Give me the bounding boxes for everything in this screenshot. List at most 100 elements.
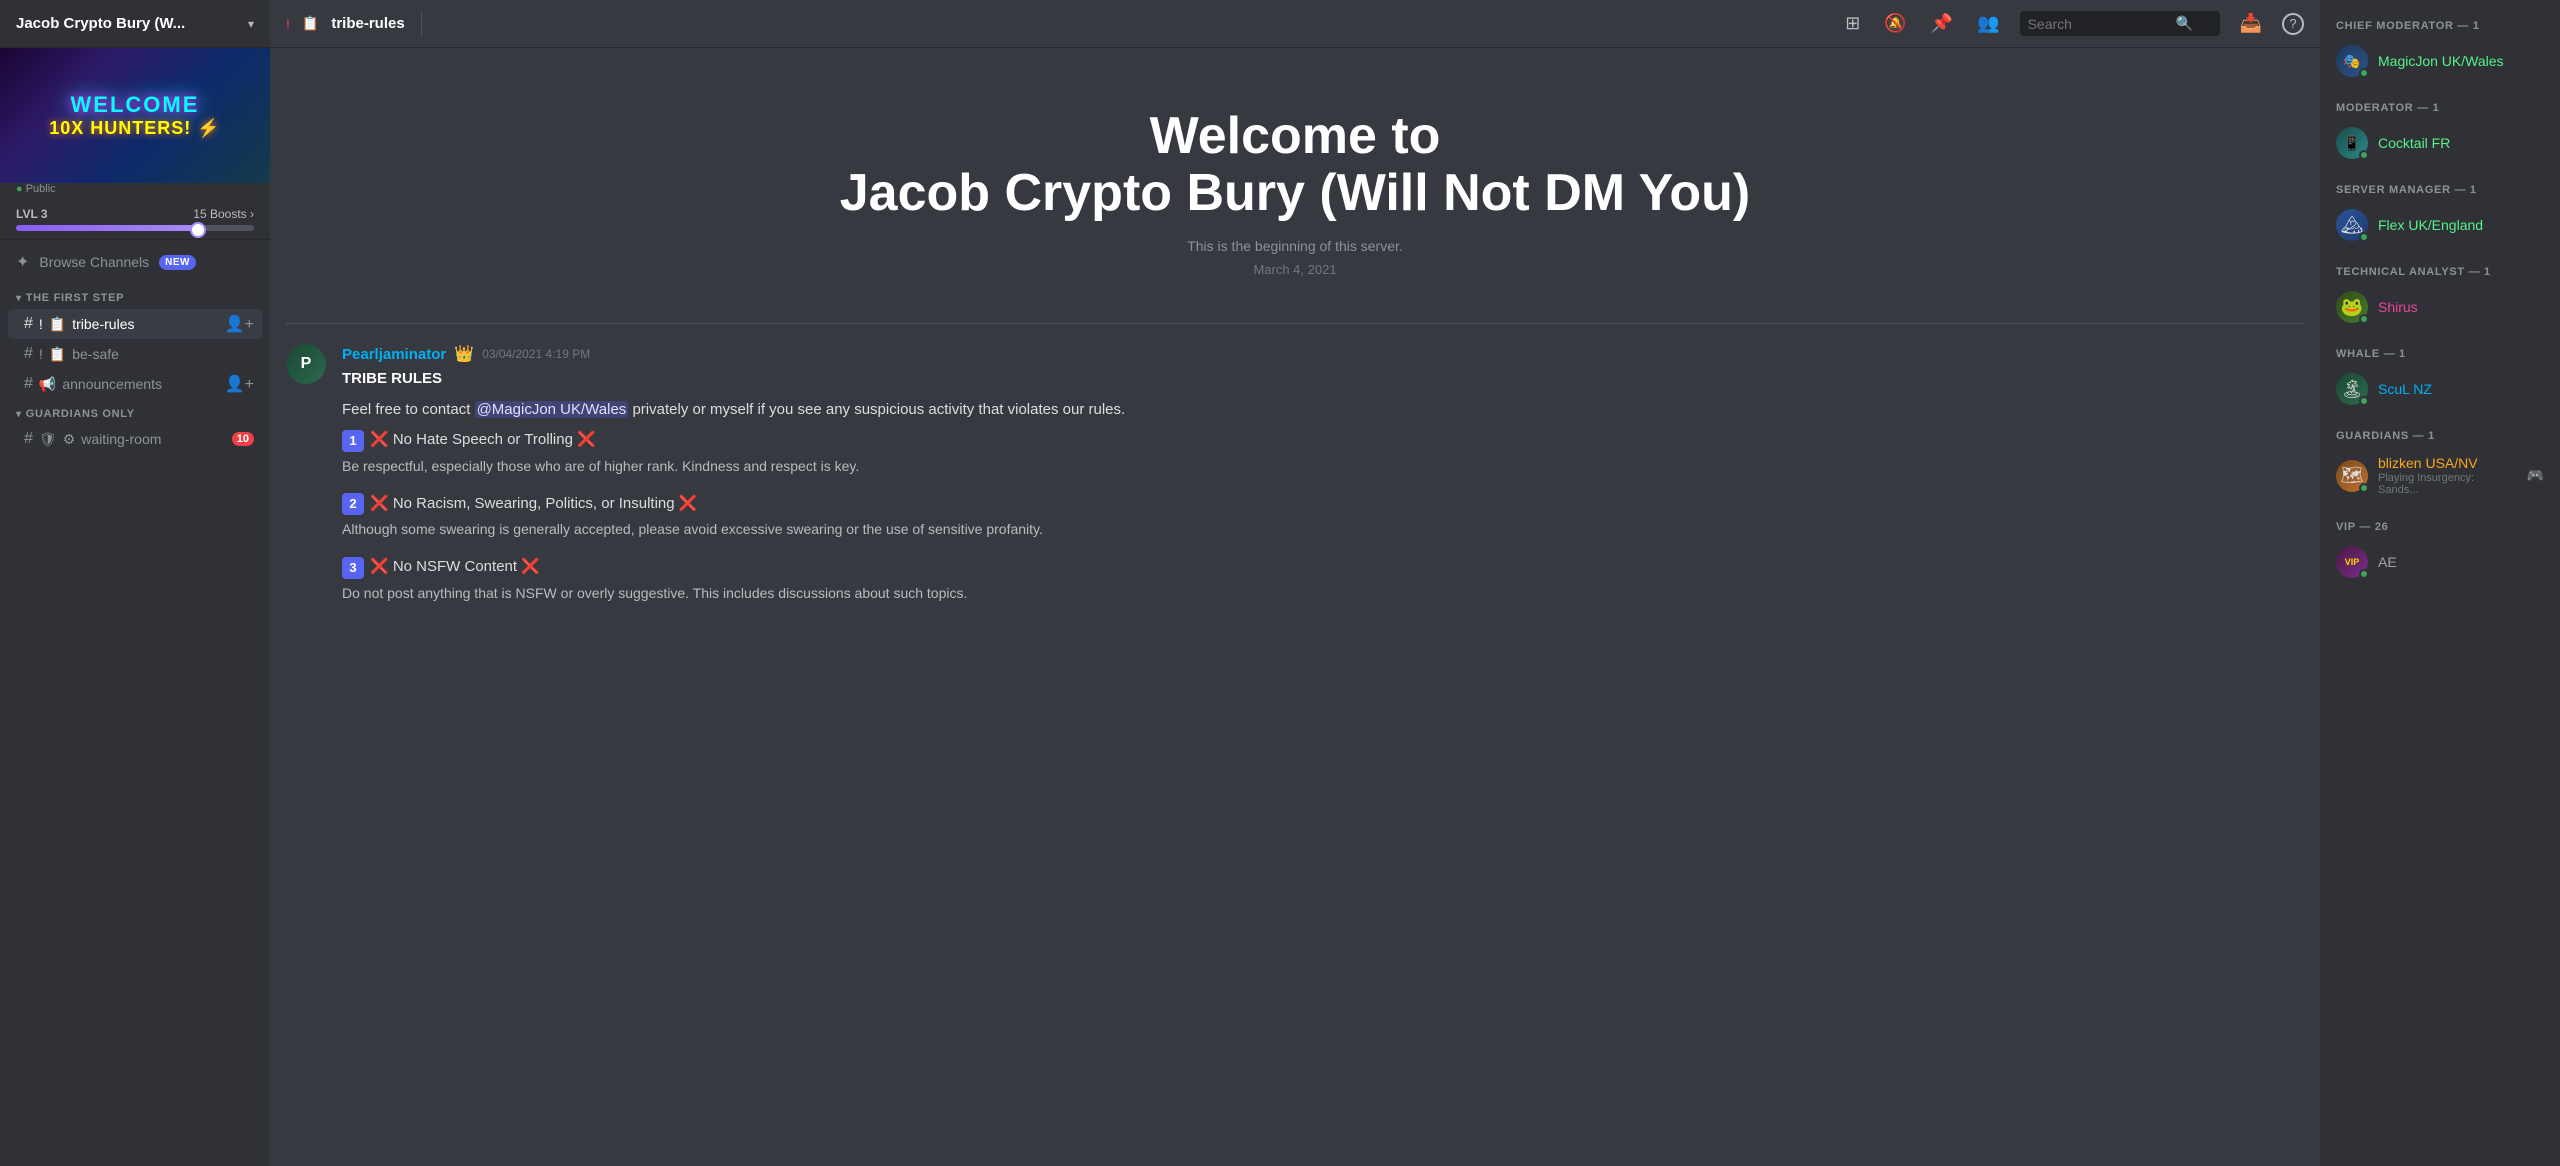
whale-header: WHALE — 1	[2328, 344, 2552, 364]
welcome-title: Welcome to Jacob Crypto Bury (Will Not D…	[306, 108, 2284, 222]
rule-1-header: 1 ❌ No Hate Speech or Trolling ❌	[342, 429, 2304, 452]
channel-tribe-rules[interactable]: # ! 📋 tribe-rules 👤+	[8, 309, 262, 339]
pin-icon[interactable]: 📌	[1927, 9, 1957, 38]
rule-1-desc: Be respectful, especially those who are …	[342, 456, 2304, 477]
channel-waiting-room[interactable]: # 🛡 ⚙ waiting-room 10	[8, 425, 262, 453]
channel-announcements[interactable]: # 📢 announcements 👤+	[8, 369, 262, 399]
member-category-server-mgr: SERVER MANAGER — 1 🏔 Flex UK/England	[2328, 180, 2552, 246]
channel-name-be-safe: be-safe	[72, 346, 119, 362]
message-author[interactable]: Pearljaminator	[342, 346, 446, 363]
flex-status-dot	[2359, 232, 2369, 242]
channel-name-waiting-room: waiting-room	[81, 431, 161, 447]
flex-avatar: 🏔	[2336, 209, 2368, 241]
add-member-icon[interactable]: 👤+	[225, 314, 254, 334]
member-cocktail[interactable]: 📱 Cocktail FR	[2328, 122, 2552, 164]
welcome-server-name: Jacob Crypto Bury (Will Not DM You)	[306, 165, 2284, 222]
member-category-analyst: TECHNICAL ANALYST — 1 🐸 Shirus	[2328, 262, 2552, 328]
help-icon[interactable]: ?	[2282, 13, 2304, 35]
level-label: LVL 3	[16, 207, 48, 221]
crown-icon: 👑	[454, 344, 474, 364]
server-name: Jacob Crypto Bury (W...	[16, 15, 185, 32]
member-blizken[interactable]: 🗺 blizken USA/NV Playing Insurgency: San…	[2328, 450, 2552, 501]
vip-header: VIP — 26	[2328, 517, 2552, 537]
search-icon: 🔍	[2176, 15, 2193, 32]
member-category-chief-mod: CHIEF MODERATOR — 1 🎭 MagicJon UK/Wales	[2328, 16, 2552, 82]
server-header[interactable]: Jacob Crypto Bury (W... ▾	[0, 0, 270, 48]
magicjon-status-dot	[2359, 68, 2369, 78]
search-box[interactable]: 🔍	[2020, 11, 2220, 36]
channel-hash-icon2: #	[24, 345, 33, 363]
scul-status-dot	[2359, 396, 2369, 406]
banner-content: WELCOME 10X HUNTERS! ⚡	[49, 92, 220, 139]
member-category-vip: VIP — 26 VIP AE	[2328, 517, 2552, 583]
member-shirus[interactable]: 🐸 Shirus	[2328, 286, 2552, 328]
channel-be-safe[interactable]: # ! 📋 be-safe	[8, 340, 262, 368]
member-magicjon[interactable]: 🎭 MagicJon UK/Wales	[2328, 40, 2552, 82]
channel-hash-icon3: #	[24, 375, 33, 393]
channel-emoji3-icon: !	[39, 346, 43, 362]
boost-progress-bar	[16, 225, 254, 231]
blizken-status-text: Playing Insurgency: Sands...	[2378, 472, 2517, 496]
server-banner: WELCOME 10X HUNTERS! ⚡	[0, 48, 270, 183]
browse-channels-icon: ✦	[16, 252, 29, 272]
section-guardians-only[interactable]: ▾ GUARDIANS ONLY	[0, 400, 270, 424]
channel-emoji6-icon: ⚙	[63, 431, 76, 448]
members-icon[interactable]: 👥	[1973, 9, 2003, 38]
banner-sub-text: 10X HUNTERS! ⚡	[49, 118, 220, 139]
moderator-header: MODERATOR — 1	[2328, 98, 2552, 118]
blizken-name: blizken USA/NV	[2378, 455, 2517, 471]
message-1: P Pearljaminator 👑 03/04/2021 4:19 PM TR…	[286, 340, 2304, 624]
notification-count: 10	[232, 432, 254, 446]
header-actions: ⊞ 🔕 📌 👥 🔍 📥 ?	[1841, 9, 2304, 38]
server-level-bar: LVL 3 15 Boosts ›	[0, 199, 270, 240]
rule-3-title: ❌ No NSFW Content ❌	[370, 556, 540, 579]
channel-header-emoji-icon: 📋	[302, 15, 319, 32]
hashtag-icon[interactable]: ⊞	[1841, 9, 1864, 38]
cocktail-avatar: 📱	[2336, 127, 2368, 159]
bolt-icon: ⚡	[197, 118, 220, 138]
section-first-step[interactable]: ▾ THE FIRST STEP	[0, 284, 270, 308]
channel-emoji-icon: !	[39, 316, 43, 332]
channel-header-name: tribe-rules	[331, 15, 404, 32]
message-timestamp: 03/04/2021 4:19 PM	[482, 347, 590, 361]
banner-welcome-text: WELCOME	[49, 92, 220, 118]
members-sidebar: CHIEF MODERATOR — 1 🎭 MagicJon UK/Wales …	[2320, 0, 2560, 1166]
browse-channels-label: Browse Channels	[39, 254, 149, 270]
blizken-avatar: 🗺	[2336, 460, 2368, 492]
blizken-status-dot	[2359, 483, 2369, 493]
section-guardians-label: GUARDIANS ONLY	[26, 408, 135, 420]
section-first-step-label: THE FIRST STEP	[26, 292, 124, 304]
ae-avatar: VIP	[2336, 546, 2368, 578]
cocktail-status-dot	[2359, 150, 2369, 160]
main-content: ! 📋 tribe-rules ⊞ 🔕 📌 👥 🔍 📥 ? Welcome to…	[270, 0, 2320, 1166]
message-divider	[286, 323, 2304, 324]
rule-1: 1 ❌ No Hate Speech or Trolling ❌ Be resp…	[342, 429, 2304, 477]
channel-list: ▾ THE FIRST STEP # ! 📋 tribe-rules 👤+ # …	[0, 284, 270, 454]
rule-2-header: 2 ❌ No Racism, Swearing, Politics, or In…	[342, 493, 2304, 516]
search-input[interactable]	[2028, 16, 2168, 32]
shirus-status-dot	[2359, 314, 2369, 324]
welcome-subtitle: This is the beginning of this server.	[306, 238, 2284, 254]
mention-magicjon[interactable]: @MagicJon UK/Wales	[475, 401, 629, 418]
shield-icon: 🛡	[39, 431, 57, 448]
inbox-icon[interactable]: 📥	[2236, 9, 2266, 38]
member-flex[interactable]: 🏔 Flex UK/England	[2328, 204, 2552, 246]
server-welcome: Welcome to Jacob Crypto Bury (Will Not D…	[286, 48, 2304, 307]
welcome-date: March 4, 2021	[306, 262, 2284, 277]
add-member-icon2[interactable]: 👤+	[225, 374, 254, 394]
section-chevron-icon: ▾	[16, 293, 22, 304]
chevron-down-icon: ▾	[248, 17, 254, 31]
rule-2-title: ❌ No Racism, Swearing, Politics, or Insu…	[370, 493, 697, 516]
member-scul[interactable]: 🏝 ScuL NZ	[2328, 368, 2552, 410]
analyst-header: TECHNICAL ANALYST — 1	[2328, 262, 2552, 282]
welcome-line1: Welcome to	[306, 108, 2284, 165]
member-ae[interactable]: VIP AE	[2328, 541, 2552, 583]
boosts-label[interactable]: 15 Boosts ›	[193, 207, 254, 221]
browse-channels-button[interactable]: ✦ Browse Channels NEW	[0, 240, 270, 284]
rule-2: 2 ❌ No Racism, Swearing, Politics, or In…	[342, 493, 2304, 541]
magicjon-avatar: 🎭	[2336, 45, 2368, 77]
message-body: Pearljaminator 👑 03/04/2021 4:19 PM TRIB…	[342, 344, 2304, 620]
message-avatar-pearljaminator[interactable]: P	[286, 344, 326, 384]
bell-mute-icon[interactable]: 🔕	[1880, 9, 1910, 38]
shirus-avatar: 🐸	[2336, 291, 2368, 323]
